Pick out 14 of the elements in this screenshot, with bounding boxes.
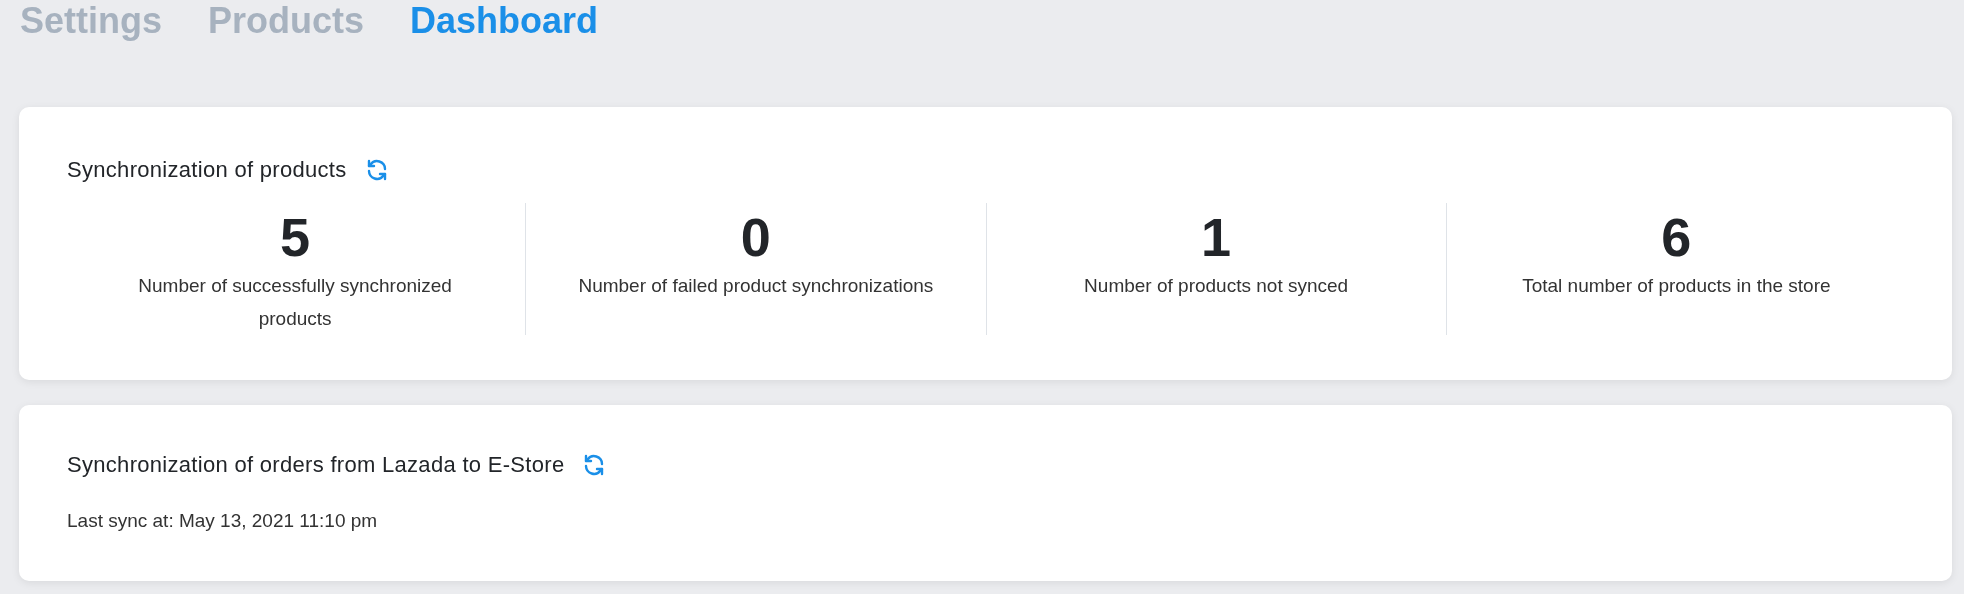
last-sync-text: Last sync at: May 13, 2021 11:10 pm bbox=[67, 509, 378, 533]
stat-label: Number of failed product synchronizations bbox=[578, 274, 934, 298]
stat-value: 1 bbox=[1201, 206, 1232, 269]
stat-value: 6 bbox=[1661, 206, 1692, 269]
card-title: Synchronization of orders from Lazada to E-Store bbox=[67, 451, 565, 479]
stat-label: Total number of products in the store bbox=[1522, 274, 1831, 298]
card-title: Synchronization of products bbox=[67, 156, 347, 184]
stat-value: 0 bbox=[740, 206, 771, 269]
tab[interactable]: Settings bbox=[20, 0, 162, 48]
stat-value: 5 bbox=[280, 206, 311, 269]
tab[interactable]: Products bbox=[208, 0, 365, 48]
stat-label: Number of products not synced bbox=[1084, 274, 1349, 298]
stat-label: Number of successfully synchronized products bbox=[137, 274, 453, 331]
tab[interactable]: Dashboard bbox=[410, 0, 599, 48]
